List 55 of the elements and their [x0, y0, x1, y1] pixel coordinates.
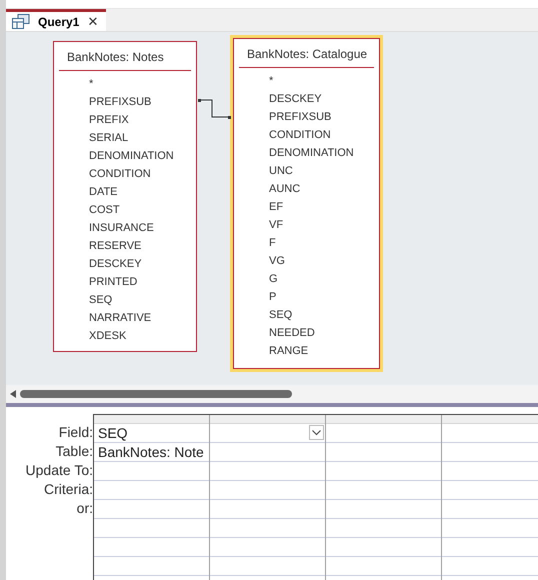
- field-name[interactable]: DENOMINATION: [54, 147, 196, 165]
- table-title: BankNotes: Notes: [66, 49, 165, 66]
- field-name[interactable]: SERIAL: [54, 129, 196, 147]
- field-name[interactable]: DATE: [54, 183, 196, 201]
- query-tab[interactable]: Query1 ✕: [6, 9, 106, 31]
- query-icon: [12, 14, 30, 29]
- field-name[interactable]: RANGE: [234, 342, 379, 360]
- column-selector[interactable]: [442, 415, 538, 424]
- column-selector[interactable]: [94, 415, 209, 424]
- field-name[interactable]: NEEDED: [234, 324, 379, 342]
- field-name[interactable]: NARRATIVE: [54, 309, 196, 327]
- row-label: Field:: [58, 423, 93, 442]
- scroll-left-icon[interactable]: [10, 390, 16, 398]
- field-name[interactable]: F: [234, 234, 379, 252]
- field-name[interactable]: VG: [234, 252, 379, 270]
- field-name[interactable]: G: [234, 270, 379, 288]
- field-name[interactable]: CONDITION: [234, 126, 379, 144]
- field-name[interactable]: *: [54, 75, 196, 93]
- grid-cell[interactable]: SEQ: [94, 425, 128, 441]
- field-name[interactable]: SEQ: [234, 306, 379, 324]
- field-name[interactable]: VF: [234, 216, 379, 234]
- field-name[interactable]: PREFIX: [54, 111, 196, 129]
- row-label: or:: [76, 499, 93, 518]
- field-name[interactable]: RESERVE: [54, 237, 196, 255]
- field-name[interactable]: DESCKEY: [54, 255, 196, 273]
- chevron-down-icon: [312, 430, 321, 436]
- grid-cell[interactable]: BankNotes: Note: [94, 444, 204, 460]
- field-cell[interactable]: [210, 424, 325, 443]
- field-name[interactable]: DESCKEY: [234, 90, 379, 108]
- field-name[interactable]: CONDITION: [54, 165, 196, 183]
- field-name[interactable]: PREFIXSUB: [234, 108, 379, 126]
- table-title: BankNotes: Catalogue: [246, 46, 368, 63]
- table-field-list[interactable]: BankNotes: Catalogue * DESCKEY PREFIXSUB CONDITION DENOMINATION UNC AUNC EF VF F VG G P SEQ NEEDED RANGE: [233, 38, 380, 369]
- horizontal-scrollbar[interactable]: [6, 385, 538, 403]
- field-name[interactable]: EF: [234, 198, 379, 216]
- field-name[interactable]: XDESK: [54, 327, 196, 345]
- field-name[interactable]: DENOMINATION: [234, 144, 379, 162]
- row-label: Criteria:: [42, 480, 93, 499]
- field-name[interactable]: PRINTED: [54, 273, 196, 291]
- field-name[interactable]: *: [234, 72, 379, 90]
- join-line: [198, 98, 232, 120]
- field-name[interactable]: UNC: [234, 162, 379, 180]
- field-name[interactable]: AUNC: [234, 180, 379, 198]
- field-name[interactable]: P: [234, 288, 379, 306]
- field-name[interactable]: COST: [54, 201, 196, 219]
- field-name[interactable]: SEQ: [54, 291, 196, 309]
- row-label: Update To:: [24, 461, 93, 480]
- field-name[interactable]: INSURANCE: [54, 219, 196, 237]
- close-icon[interactable]: ✕: [87, 14, 98, 29]
- field-cell[interactable]: SEQ: [94, 424, 209, 443]
- field-name[interactable]: PREFIXSUB: [54, 93, 196, 111]
- scrollbar-thumb[interactable]: [20, 390, 292, 398]
- table-field-list[interactable]: BankNotes: Notes * PREFIXSUB PREFIX SERIAL DENOMINATION CONDITION DATE COST INSURANCE RESERVE DESCKEY PRINTED SEQ NARRATIVE XDESK: [53, 41, 197, 352]
- dropdown-button[interactable]: [309, 425, 324, 440]
- row-label: Table:: [54, 442, 93, 461]
